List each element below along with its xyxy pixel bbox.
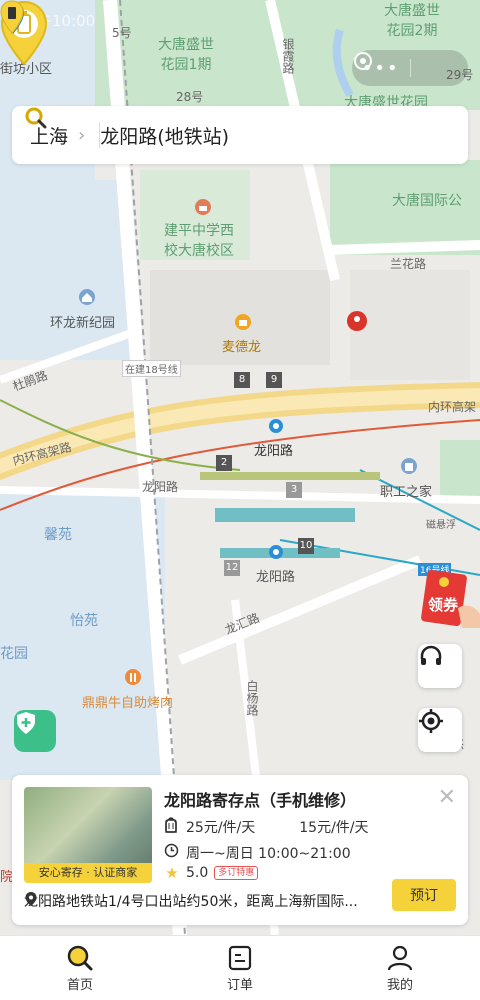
map-label-no28: 28号 bbox=[176, 90, 204, 104]
residence-icon bbox=[79, 289, 95, 305]
hours-row: 周一~周日 10:00~21:00 bbox=[164, 843, 351, 863]
map-label-huayuan: 花园 bbox=[0, 646, 28, 662]
metro-station-icon bbox=[269, 419, 283, 433]
bottom-tab-bar: 首页 订单 我的 bbox=[0, 935, 480, 1000]
metro-badge-12: 12 bbox=[224, 560, 240, 576]
mall-icon bbox=[235, 314, 251, 330]
restaurant-icon bbox=[125, 669, 141, 685]
coupon-button[interactable]: 领券 bbox=[418, 568, 480, 628]
tab-home-label: 首页 bbox=[66, 977, 93, 993]
tab-orders[interactable]: 订单 bbox=[160, 936, 320, 1000]
discount-tag: 多订特惠 bbox=[214, 866, 259, 880]
school-icon bbox=[195, 199, 211, 215]
order-icon bbox=[228, 945, 252, 970]
kfc-icon bbox=[347, 311, 367, 331]
chevron-right-icon[interactable]: › bbox=[78, 125, 85, 146]
metro-station-icon bbox=[269, 545, 283, 559]
address-row: 龙阳路地铁站1/4号口出站约50米，距离上海新国际... bbox=[24, 891, 384, 911]
location-pin-icon bbox=[25, 892, 37, 906]
target-icon bbox=[354, 52, 372, 70]
map-label-no5: 5号 bbox=[112, 26, 132, 40]
close-card-button[interactable]: ✕ bbox=[438, 785, 456, 810]
storage-point-card[interactable]: 安心寄存 · 认证商家 龙阳路寄存点（手机维修） ✕ 25元/件/天 15元/件… bbox=[12, 775, 468, 925]
price-luggage: 25元/件/天 bbox=[186, 820, 256, 836]
tab-orders-label: 订单 bbox=[226, 977, 253, 993]
insurance-button[interactable] bbox=[14, 710, 56, 752]
metro-badge-2: 2 bbox=[216, 455, 232, 471]
locate-icon bbox=[419, 709, 443, 733]
map-label-cixuan: 磁悬浮 bbox=[426, 520, 456, 531]
map-label-yinxianlu: 银霞路 bbox=[281, 38, 295, 74]
address-text: 龙阳路地铁站1/4号口出站约50米，距离上海新国际... bbox=[24, 894, 358, 910]
map-label-zhigong: 职工之家 bbox=[380, 485, 433, 500]
search-bar: 上海 › 龙阳路(地铁站) bbox=[12, 106, 468, 164]
coupon-label: 领券 bbox=[428, 596, 459, 614]
headset-icon bbox=[420, 645, 442, 665]
search-input[interactable]: 龙阳路(地铁站) bbox=[100, 122, 229, 149]
map-label-mcd: 麦德龙 bbox=[222, 340, 262, 355]
map-label-under-construction: 在建18号线 bbox=[122, 360, 181, 377]
rating-row: ★ 5.0 多订特惠 bbox=[164, 864, 259, 882]
locate-button[interactable] bbox=[418, 708, 462, 752]
storage-title: 龙阳路寄存点（手机维修） bbox=[164, 791, 357, 810]
map-label-datang2: 大唐盛世 花园2期 bbox=[384, 3, 440, 39]
certified-badge: 安心寄存 · 认证商家 bbox=[24, 863, 152, 883]
search-icon[interactable] bbox=[24, 106, 48, 130]
map-label-longyang-station: 龙阳路 bbox=[254, 444, 294, 459]
building-icon bbox=[401, 458, 417, 474]
book-button[interactable]: 预订 bbox=[392, 879, 456, 911]
star-icon: ★ bbox=[165, 864, 179, 882]
storage-pin[interactable] bbox=[0, 0, 24, 34]
metro-badge-8: 8 bbox=[234, 372, 250, 388]
backpack-icon bbox=[165, 817, 293, 835]
map-view[interactable]: 上午10:00 5号 大唐盛世 花园1期 大唐盛世 花园2期 银霞路 街坊小区 … bbox=[0, 0, 480, 935]
map-label-datang-intl: 大唐国际公 bbox=[392, 193, 462, 209]
map-label-neihuan-right: 内环高架 bbox=[428, 400, 477, 414]
miniprogram-capsule: ••• bbox=[352, 50, 468, 86]
map-label-lanhualu: 兰花路 bbox=[390, 257, 427, 271]
customer-service-button[interactable] bbox=[418, 644, 462, 688]
price-backpack: 15元/件/天 bbox=[299, 820, 369, 836]
map-label-dingding: 鼎鼎牛自助烤肉 bbox=[82, 696, 174, 711]
metro-badge-9: 9 bbox=[266, 372, 282, 388]
map-label-longyang-road: 龙阳路 bbox=[142, 480, 179, 494]
shield-icon bbox=[17, 712, 35, 734]
clock-icon bbox=[164, 843, 180, 861]
capsule-divider bbox=[409, 59, 411, 77]
map-label-yiyuan: 怡苑 bbox=[70, 613, 98, 629]
map-label-huanlong: 环龙新纪园 bbox=[50, 316, 116, 331]
map-label-baiyang: 白杨路 bbox=[245, 680, 259, 716]
user-icon bbox=[387, 945, 413, 970]
price-row: 25元/件/天 15元/件/天 bbox=[164, 817, 369, 837]
map-label-jianping: 建平中学西 校大唐校区 bbox=[164, 223, 234, 259]
search-home-icon bbox=[67, 945, 93, 970]
opening-hours: 周一~周日 10:00~21:00 bbox=[186, 846, 351, 862]
metro-badge-10: 10 bbox=[298, 538, 314, 554]
tab-profile-label: 我的 bbox=[386, 977, 413, 993]
rating-value: 5.0 bbox=[186, 865, 209, 881]
map-label-datang1: 大唐盛世 花园1期 bbox=[158, 37, 214, 73]
tab-home[interactable]: 首页 bbox=[0, 936, 160, 1000]
storage-photo: 安心寄存 · 认证商家 bbox=[24, 787, 152, 883]
tab-profile[interactable]: 我的 bbox=[320, 936, 480, 1000]
map-label-longyang-bottom: 龙阳路 bbox=[256, 570, 296, 585]
map-label-xinyuan: 馨苑 bbox=[44, 527, 72, 543]
metro-badge-3: 3 bbox=[286, 482, 302, 498]
